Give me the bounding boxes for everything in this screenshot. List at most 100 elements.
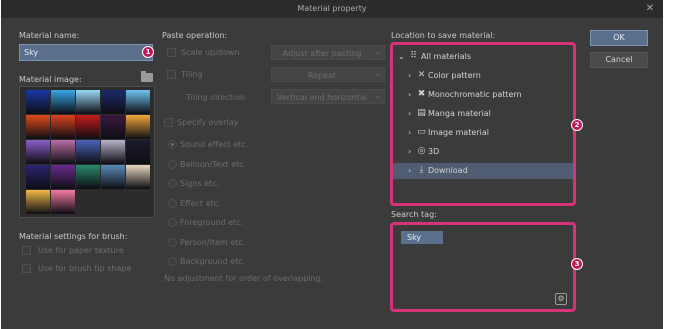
tree-item-label: Color pattern xyxy=(428,71,481,80)
tree-item-label: Monochromatic pattern xyxy=(428,90,522,99)
tree-item[interactable]: › ▤ Manga material xyxy=(393,106,573,122)
scale-mode-value: Adjust after pasting xyxy=(282,49,362,58)
material-image-label: Material image: xyxy=(19,75,82,84)
tiling-direction-value: Vertical and horizontal xyxy=(277,93,367,102)
material-swatch xyxy=(101,140,125,164)
material-image-grid xyxy=(19,86,155,218)
manga-icon: ▤ xyxy=(417,108,426,118)
material-swatch xyxy=(26,190,50,214)
overlay-option-label: Person/Item etc. xyxy=(180,237,246,247)
material-swatch xyxy=(76,115,100,139)
color-pattern-icon: ✕ xyxy=(417,70,426,80)
folder-open-icon[interactable] xyxy=(141,71,153,82)
chevron-down-icon: ⌄ xyxy=(398,52,405,61)
overlay-radio[interactable] xyxy=(168,237,177,247)
callout-badge-1: 1 xyxy=(142,46,154,58)
tree-item[interactable]: › ✕ Color pattern xyxy=(393,68,573,84)
specify-overlay-checkbox[interactable] xyxy=(164,118,173,127)
brush-settings-label: Material settings for brush: xyxy=(19,232,128,241)
overlay-radio[interactable] xyxy=(168,179,177,188)
download-icon: ⤓ xyxy=(419,165,424,175)
material-swatch xyxy=(51,165,75,189)
chevron-right-icon[interactable]: › xyxy=(408,90,411,99)
tree-item-label: Image material xyxy=(428,128,489,137)
chevron-right-icon[interactable]: › xyxy=(408,109,411,118)
tree-item[interactable]: › ✖ Monochromatic pattern xyxy=(393,87,573,103)
material-swatch xyxy=(126,115,150,139)
chevron-right-icon[interactable]: › xyxy=(408,128,411,137)
chevron-right-icon[interactable]: › xyxy=(408,166,411,175)
cancel-button[interactable]: Cancel xyxy=(590,52,648,68)
overlay-option-label: Balloon/Text etc. xyxy=(180,159,247,169)
overlay-option-label: Sound effect etc. xyxy=(180,140,249,149)
material-swatch xyxy=(101,115,125,139)
title-bar: Material property ✕ xyxy=(1,0,663,18)
paste-operation-label: Paste operation: xyxy=(162,31,228,40)
material-name-label: Material name: xyxy=(19,31,80,40)
material-swatch xyxy=(26,115,50,139)
material-swatch xyxy=(51,115,75,139)
overlay-radio[interactable] xyxy=(168,140,177,149)
brush-tip-label: Use for brush tip shape xyxy=(38,264,132,273)
tiling-checkbox[interactable] xyxy=(167,70,176,79)
overlay-option-label: Foreground etc. xyxy=(180,218,244,227)
tree-item-label: Manga material xyxy=(428,109,491,118)
mono-pattern-icon: ✖ xyxy=(417,89,426,99)
tree-item[interactable]: › ▭ Image material xyxy=(393,125,573,141)
paper-texture-label: Use for paper texture xyxy=(38,246,124,255)
overlay-radio[interactable] xyxy=(168,218,177,227)
material-swatch xyxy=(126,90,150,114)
tree-root-all-materials[interactable]: ⌄ ⠿ All materials xyxy=(393,49,573,65)
tag-chip[interactable]: Sky xyxy=(401,231,443,244)
tiling-mode-select[interactable]: Repeat ⌄ xyxy=(271,67,385,82)
location-tree: ⌄ ⠿ All materials › ✕ Color pattern › ✖ Monoc… xyxy=(390,42,576,206)
scale-mode-select[interactable]: Adjust after pasting ⌄ xyxy=(271,45,385,60)
overlay-option-label: Background etc. xyxy=(180,257,246,266)
material-swatch xyxy=(76,165,100,189)
material-swatch xyxy=(101,165,125,189)
overlay-radio[interactable] xyxy=(168,257,177,266)
scale-checkbox[interactable] xyxy=(167,48,176,57)
material-swatch xyxy=(26,165,50,189)
ok-button[interactable]: OK xyxy=(590,30,648,46)
chevron-down-icon: ⌄ xyxy=(374,69,381,78)
material-swatch xyxy=(26,90,50,114)
tiling-direction-label: Tiling direction xyxy=(186,93,246,102)
brush-tip-checkbox[interactable] xyxy=(22,264,31,273)
3d-icon: ◎ xyxy=(417,146,426,156)
specify-overlay-label: Specify overlay xyxy=(177,118,239,127)
material-swatch xyxy=(76,140,100,164)
no-adjust-note: No adjustment for order of overlapping. xyxy=(164,274,324,283)
material-swatch xyxy=(51,140,75,164)
overlay-option-label: Signs etc. xyxy=(180,179,220,188)
chevron-down-icon: ⌄ xyxy=(374,47,381,56)
paper-texture-checkbox[interactable] xyxy=(22,246,31,255)
material-property-dialog: Material property ✕ Material name: Sky 1… xyxy=(1,0,663,329)
close-icon[interactable]: ✕ xyxy=(643,2,657,16)
tiling-direction-select[interactable]: Vertical and horizontal ⌄ xyxy=(271,89,385,104)
search-tag-area[interactable]: Sky ⚙ xyxy=(390,222,576,312)
tree-item[interactable]: › ⤓ Download xyxy=(393,163,573,179)
tree-root-label: All materials xyxy=(421,52,472,61)
location-label: Location to save material: xyxy=(391,31,496,40)
chevron-right-icon[interactable]: › xyxy=(408,147,411,156)
overlay-radio[interactable] xyxy=(168,198,177,208)
dialog-title: Material property xyxy=(297,4,367,13)
overlay-radio[interactable] xyxy=(168,159,177,169)
chevron-down-icon: ⌄ xyxy=(374,91,381,100)
tag-settings-icon[interactable]: ⚙ xyxy=(555,293,567,305)
grid-icon: ⠿ xyxy=(410,51,417,61)
material-name-value: Sky xyxy=(24,48,39,57)
chevron-right-icon[interactable]: › xyxy=(408,71,411,80)
tree-item-label: Download xyxy=(428,166,468,175)
material-name-input[interactable]: Sky xyxy=(19,44,153,61)
material-swatch xyxy=(51,90,75,114)
callout-badge-3: 3 xyxy=(571,258,583,270)
tiling-mode-value: Repeat xyxy=(307,71,337,80)
tree-item[interactable]: › ◎ 3D xyxy=(393,144,573,160)
callout-badge-2: 2 xyxy=(571,119,583,131)
material-swatch xyxy=(51,190,75,214)
overlay-option-label: Effect etc. xyxy=(180,198,221,208)
tree-item-label: 3D xyxy=(428,147,440,156)
image-icon: ▭ xyxy=(417,127,426,137)
